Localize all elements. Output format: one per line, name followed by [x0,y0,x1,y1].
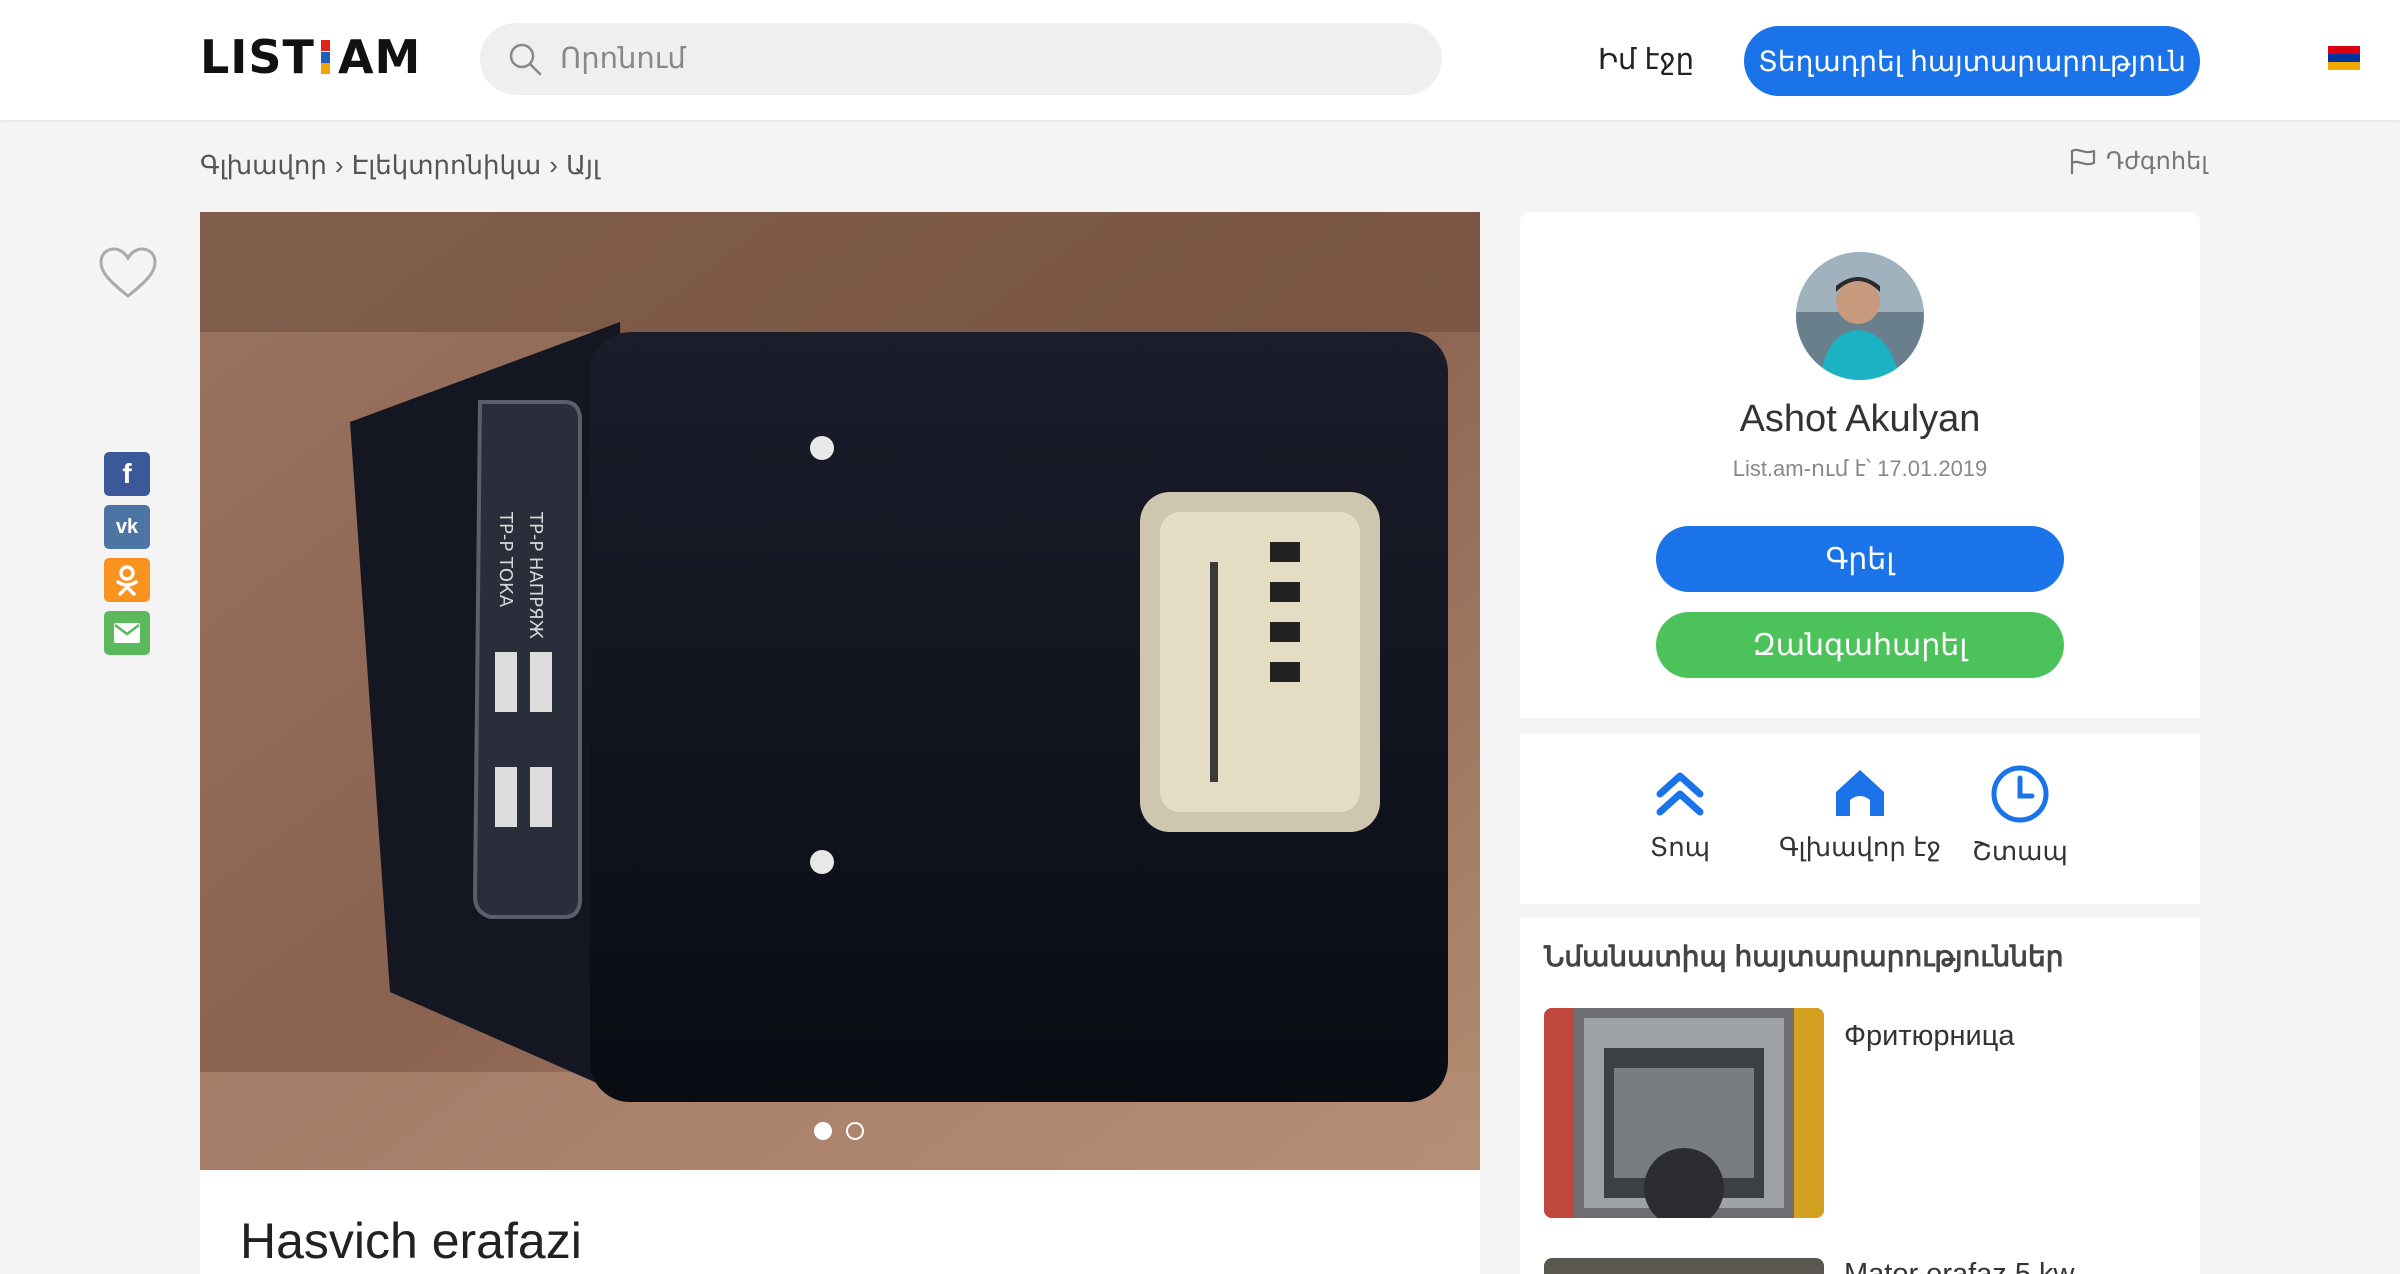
seller-avatar[interactable] [1796,252,1924,380]
promote-actions: Տոպ Գլխավոր էջ Շտապ [1520,734,2200,904]
logo-text-right: AM [337,30,422,84]
listing-photo[interactable]: ТР-Р НАПРЯЖ ТР-Р ТОКА [200,212,1480,1170]
vk-share-icon[interactable]: vk [104,505,150,549]
seller-card: Ashot Akulyan List.am-ում է՝ 17.01.2019 … [1520,212,2200,718]
listing-title-card: Hasvich erafazi [200,1170,1480,1274]
breadcrumb: Գլխավոր › Էլեկտրոնիկա › Այլ [200,150,600,181]
language-flag-icon[interactable] [2328,46,2360,70]
email-share-icon[interactable] [104,611,150,655]
similar-listing-item[interactable]: Фритюрница [1544,1008,2184,1220]
my-page-link[interactable]: Իմ էջը [1598,42,1694,77]
similar-listing-item[interactable]: Mator erafaz 5 kw [1544,1258,2184,1274]
gallery-dot[interactable] [814,1122,832,1140]
listing-title: Hasvich erafazi [240,1213,582,1269]
search-icon [509,43,542,76]
homepage-action[interactable]: Գլխավոր էջ [1770,764,1950,863]
similar-listings-heading: Նմանատիպ հայտարարություններ [1544,941,2064,972]
header: LIST AM Իմ էջը Տեղադրել հայտարարություն [0,0,2400,120]
logo[interactable]: LIST AM [200,30,422,84]
meter-label-voltage: ТР-Р НАПРЯЖ [525,511,546,640]
double-chevron-up-icon [1656,772,1704,816]
write-message-button[interactable]: Գրել [1656,526,2064,592]
flag-icon [2070,148,2096,174]
logo-text-left: LIST [200,30,315,84]
call-button[interactable]: Զանգահարել [1656,612,2064,678]
clock-icon [1991,765,2049,823]
similar-listing-title[interactable]: Фритюрница [1844,1020,2015,1053]
breadcrumb-home[interactable]: Գլխավոր [200,150,327,181]
facebook-share-icon[interactable]: f [104,452,150,496]
breadcrumb-electronics[interactable]: Էլեկտրոնիկա [352,150,542,181]
seller-member-since: List.am-ում է՝ 17.01.2019 [1732,456,1988,481]
homepage-action-label: Գլխավոր էջ [1778,832,1942,862]
top-action[interactable]: Տոպ [1590,764,1770,863]
similar-listings: Նմանատիպ հայտարարություններ Фритюрница M… [1520,918,2200,1274]
urgent-action[interactable]: Շտապ [1930,764,2110,867]
seller-name[interactable]: Ashot Akulyan [1520,398,2200,441]
odnoklassniki-share-icon[interactable] [104,558,150,602]
meter-label-current: ТР-Р ТОКА [495,511,516,608]
search-bar[interactable] [480,23,1442,95]
similar-listing-title[interactable]: Mator erafaz 5 kw [1844,1258,2074,1274]
breadcrumb-separator: › [549,150,558,180]
top-action-label: Տոպ [1649,832,1711,862]
breadcrumb-separator: › [334,150,344,180]
similar-listing-thumbnail[interactable] [1544,1258,1824,1274]
search-input[interactable] [560,42,1380,76]
gallery-dot[interactable] [846,1122,864,1140]
report-label: Դժգոհել [2106,147,2208,175]
electric-meter-photo: ТР-Р НАПРЯЖ ТР-Р ТОКА [200,212,1480,1170]
logo-colon [320,40,330,74]
share-buttons: f vk [104,452,150,655]
home-icon [1836,770,1884,816]
report-link[interactable]: Դժգոհել [2068,146,2208,176]
similar-listing-thumbnail[interactable] [1544,1008,1824,1218]
gallery-pagination [814,1122,864,1140]
post-ad-button[interactable]: Տեղադրել հայտարարություն [1744,26,2200,96]
breadcrumb-other[interactable]: Այլ [566,150,600,181]
urgent-action-label: Շտապ [1972,836,2068,866]
favorite-heart-icon[interactable] [98,246,158,300]
